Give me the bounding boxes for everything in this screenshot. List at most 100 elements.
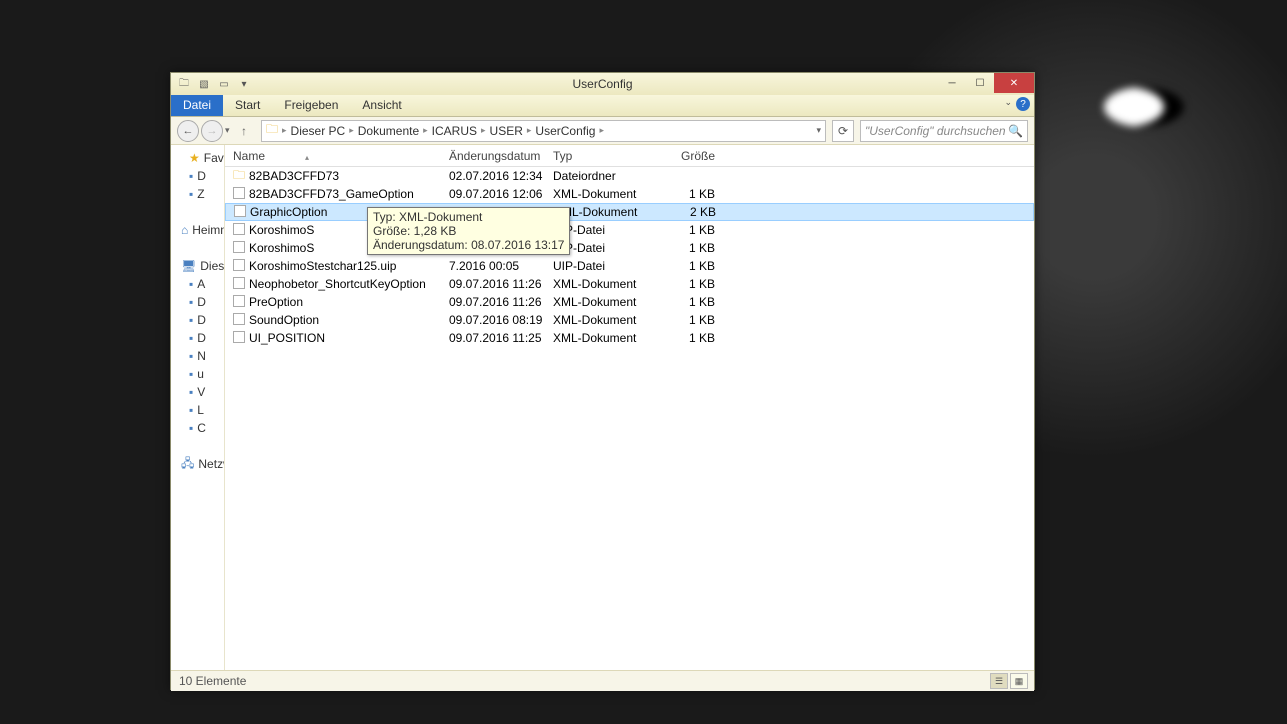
- breadcrumb-item[interactable]: UserConfig: [535, 124, 595, 138]
- breadcrumb-item[interactable]: ICARUS: [432, 124, 477, 138]
- file-name: SoundOption: [249, 313, 449, 327]
- folder-icon: ▪: [189, 313, 193, 327]
- sidebar-item-label[interactable]: D: [197, 295, 206, 309]
- file-row[interactable]: 🗀82BAD3CFFD7302.07.2016 12:34Dateiordner: [225, 167, 1034, 185]
- column-date[interactable]: Änderungsdatum: [449, 149, 553, 163]
- file-row[interactable]: KoroshimoS7.2016 22:36UIP-Datei1 KB: [225, 239, 1034, 257]
- file-size: 1 KB: [655, 295, 715, 309]
- file-row[interactable]: KoroshimoS7.2016 00:30UIP-Datei1 KB: [225, 221, 1034, 239]
- file-size: 1 KB: [655, 331, 715, 345]
- file-row[interactable]: PreOption09.07.2016 11:26XML-Dokument1 K…: [225, 293, 1034, 311]
- column-type[interactable]: Typ: [553, 149, 655, 163]
- sidebar-item-label[interactable]: A: [197, 277, 205, 291]
- properties-icon[interactable]: ▧: [195, 76, 213, 92]
- qat-dropdown-icon[interactable]: ▾: [235, 76, 253, 92]
- tooltip-type: Typ: XML-Dokument: [373, 210, 564, 224]
- file-date: 09.07.2016 12:06: [449, 187, 553, 201]
- file-size: 1 KB: [655, 259, 715, 273]
- pc-icon: 🖥: [181, 259, 196, 273]
- sidebar-item-label[interactable]: D: [197, 169, 206, 183]
- address-bar[interactable]: 🗀 ▸ Dieser PC ▸ Dokumente ▸ ICARUS ▸ USE…: [261, 120, 826, 142]
- status-bar: 10 Elemente ☰ ▦: [171, 670, 1034, 691]
- column-name[interactable]: Name: [233, 149, 265, 163]
- file-tooltip: Typ: XML-Dokument Größe: 1,28 KB Änderun…: [367, 207, 570, 255]
- column-headers[interactable]: Name▴ Änderungsdatum Typ Größe: [225, 145, 1034, 167]
- folder-icon: ▪: [189, 277, 193, 291]
- file-icon: [233, 313, 245, 325]
- file-size: 1 KB: [655, 241, 715, 255]
- tab-view[interactable]: Ansicht: [350, 95, 413, 116]
- breadcrumb-item[interactable]: Dokumente: [358, 124, 419, 138]
- breadcrumb-item[interactable]: Dieser PC: [291, 124, 346, 138]
- icons-view-button[interactable]: ▦: [1010, 673, 1028, 689]
- folder-icon: ▪: [189, 385, 193, 399]
- file-date: 09.07.2016 11:26: [449, 295, 553, 309]
- address-dropdown-icon[interactable]: ▾: [816, 125, 821, 136]
- file-row[interactable]: Neophobetor_ShortcutKeyOption09.07.2016 …: [225, 275, 1034, 293]
- refresh-button[interactable]: ⟳: [832, 120, 854, 142]
- navigation-pane[interactable]: ★ Favoriten ▪ D ▪ Z ⌂ Heimnetz 🖥 Dieser PC ▪ A…: [171, 145, 225, 670]
- minimize-button[interactable]: ─: [938, 73, 966, 93]
- sidebar-item-label[interactable]: V: [197, 385, 205, 399]
- search-input[interactable]: "UserConfig" durchsuchen 🔍: [860, 120, 1028, 142]
- file-icon: [233, 187, 245, 199]
- breadcrumb-item[interactable]: USER: [490, 124, 523, 138]
- tab-start[interactable]: Start: [223, 95, 272, 116]
- details-view-button[interactable]: ☰: [990, 673, 1008, 689]
- recent-locations-icon[interactable]: ▾: [225, 125, 239, 136]
- sidebar-item-label[interactable]: N: [197, 349, 206, 363]
- column-size[interactable]: Größe: [655, 149, 715, 163]
- file-name: KoroshimoStestchar125.uip: [249, 259, 449, 273]
- back-button[interactable]: ←: [177, 120, 199, 142]
- star-icon: ★: [189, 151, 200, 165]
- file-icon: [233, 277, 245, 289]
- file-icon: [234, 205, 246, 217]
- folder-icon: 🗀: [266, 120, 278, 141]
- file-row[interactable]: 82BAD3CFFD73_GameOption09.07.2016 12:06X…: [225, 185, 1034, 203]
- sidebar-item-label[interactable]: Dieser PC: [200, 259, 225, 273]
- forward-button[interactable]: →: [201, 120, 223, 142]
- file-size: 1 KB: [655, 313, 715, 327]
- file-date: 02.07.2016 12:34: [449, 169, 553, 183]
- help-icon[interactable]: ?: [1016, 97, 1030, 111]
- tab-share[interactable]: Freigeben: [272, 95, 350, 116]
- file-icon: [233, 259, 245, 271]
- close-button[interactable]: ✕: [994, 73, 1034, 93]
- file-size: 1 KB: [655, 277, 715, 291]
- home-icon: ⌂: [181, 223, 188, 237]
- sidebar-item-label[interactable]: Netzwerk: [198, 457, 225, 471]
- file-type: Dateiordner: [553, 169, 655, 183]
- file-icon: [233, 223, 245, 235]
- file-icon: [233, 295, 245, 307]
- file-date: 09.07.2016 11:26: [449, 277, 553, 291]
- file-type: UIP-Datei: [553, 259, 655, 273]
- sidebar-item-label[interactable]: D: [197, 313, 206, 327]
- navigation-bar: ← → ▾ ↑ 🗀 ▸ Dieser PC ▸ Dokumente ▸ ICAR…: [171, 117, 1034, 145]
- new-folder-icon[interactable]: ▭: [215, 76, 233, 92]
- file-row[interactable]: UI_POSITION09.07.2016 11:25XML-Dokument1…: [225, 329, 1034, 347]
- status-text: 10 Elemente: [179, 674, 246, 688]
- tab-file[interactable]: Datei: [171, 95, 223, 116]
- expand-ribbon-icon[interactable]: ⌄: [1004, 97, 1012, 111]
- file-type: XML-Dokument: [553, 313, 655, 327]
- up-button[interactable]: ↑: [241, 124, 255, 138]
- sidebar-item-label[interactable]: Heimnetz: [192, 223, 225, 237]
- file-row[interactable]: GraphicOption08.07.2016 13:17XML-Dokumen…: [225, 203, 1034, 221]
- maximize-button[interactable]: ☐: [966, 73, 994, 93]
- sidebar-item-label[interactable]: u: [197, 367, 204, 381]
- window-title: UserConfig: [572, 77, 632, 91]
- titlebar[interactable]: 🗀 ▧ ▭ ▾ UserConfig ─ ☐ ✕: [171, 73, 1034, 95]
- file-name: UI_POSITION: [249, 331, 449, 345]
- sidebar-item-label[interactable]: C: [197, 421, 206, 435]
- folder-icon: 🗀: [175, 76, 193, 92]
- sidebar-item-label[interactable]: Z: [197, 187, 204, 201]
- file-row[interactable]: KoroshimoStestchar125.uip7.2016 00:05UIP…: [225, 257, 1034, 275]
- file-row[interactable]: SoundOption09.07.2016 08:19XML-Dokument1…: [225, 311, 1034, 329]
- sidebar-item-label[interactable]: L: [197, 403, 204, 417]
- network-icon: 🖧: [181, 454, 194, 475]
- file-type: XML-Dokument: [553, 277, 655, 291]
- search-icon[interactable]: 🔍: [1008, 124, 1023, 138]
- window-controls: ─ ☐ ✕: [938, 73, 1034, 93]
- sidebar-item-label[interactable]: Favoriten: [204, 151, 225, 165]
- sidebar-item-label[interactable]: D: [197, 331, 206, 345]
